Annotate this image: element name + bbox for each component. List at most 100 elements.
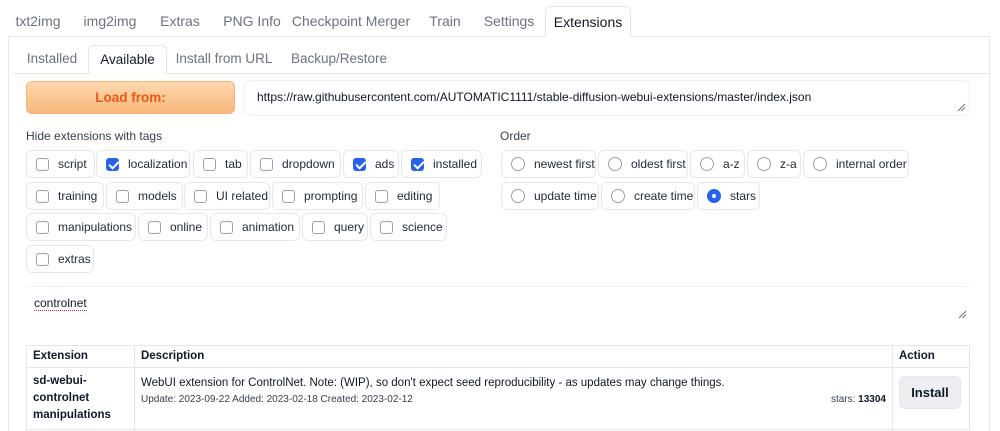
search-input[interactable]: controlnet [26, 286, 970, 322]
checkbox-checked-icon [353, 157, 366, 171]
extensions-table: Extension Description Action sd-webui- c… [26, 345, 971, 431]
tab-png-info[interactable]: PNG Info [214, 6, 290, 36]
table-header-row: Extension Description Action [26, 345, 971, 368]
order-internal-order[interactable]: internal order [803, 150, 909, 178]
tag-label: dropdown [282, 157, 335, 171]
tag-dropdown[interactable]: dropdown [250, 150, 341, 178]
checkbox-icon [148, 220, 161, 234]
tag-online[interactable]: online [138, 213, 208, 241]
extension-dates: Update: 2023-09-22 Added: 2023-02-18 Cre… [140, 394, 413, 405]
stars-label: stars: [830, 394, 856, 405]
tag-label: localization [128, 157, 188, 171]
tag-training[interactable]: training [26, 182, 104, 210]
stars-value: 13304 [858, 394, 886, 405]
tag-label: UI related [216, 189, 269, 203]
order-update-time[interactable]: update time [501, 182, 599, 210]
tag-query[interactable]: query [302, 213, 368, 241]
tab-checkpoint-merger[interactable]: Checkpoint Merger [291, 6, 411, 36]
checkbox-icon [260, 157, 273, 171]
tag-label: animation [242, 220, 295, 234]
tag-label: training [58, 189, 98, 203]
order-a-z[interactable]: a-z [690, 150, 745, 178]
tag-label: prompting [304, 189, 358, 203]
extension-name-line: manipulations [33, 409, 111, 421]
tag-editing[interactable]: editing [365, 182, 440, 210]
order-label-text: create time [634, 189, 694, 203]
order-label-text: newest first [534, 157, 595, 171]
order-stars[interactable]: stars [697, 182, 760, 210]
tab-settings[interactable]: Settings [476, 6, 542, 36]
order-z-a[interactable]: z-a [747, 150, 801, 178]
search-value: controlnet [34, 296, 87, 311]
install-button[interactable]: Install [898, 376, 961, 409]
tag-science[interactable]: science [370, 213, 447, 241]
extension-name-line: controlnet [33, 392, 90, 404]
subtab-install-from-url[interactable]: Install from URL [169, 45, 279, 73]
checkbox-icon [380, 220, 393, 234]
subtab-available[interactable]: Available [88, 45, 167, 74]
subtab-backup-restore[interactable]: Backup/Restore [284, 45, 394, 73]
resize-handle-icon[interactable] [957, 103, 966, 112]
tag-localization[interactable]: localization [96, 150, 190, 178]
load-from-button[interactable]: Load from: [26, 81, 235, 114]
order-label-text: z-a [780, 157, 797, 171]
tab-img2img[interactable]: img2img [77, 6, 143, 36]
order-label-text: internal order [836, 157, 907, 171]
radio-icon [813, 157, 827, 171]
tag-animation[interactable]: animation [210, 213, 300, 241]
tag-label: editing [397, 189, 433, 203]
tag-script[interactable]: script [26, 150, 95, 178]
tag-installed[interactable]: installed [401, 150, 482, 178]
tag-label: science [402, 220, 443, 234]
extension-stars: stars: 13304 [831, 394, 886, 405]
header-description: Description [133, 345, 893, 368]
tag-label: script [58, 157, 87, 171]
tag-label: query [334, 220, 365, 234]
checkbox-icon [116, 189, 129, 203]
tag-models[interactable]: models [106, 182, 183, 210]
checkbox-checked-icon [106, 157, 119, 171]
order-label-text: update time [534, 189, 597, 203]
tag-manipulations[interactable]: manipulations [26, 213, 136, 241]
order-label-text: stars [730, 189, 757, 203]
subtab-installed[interactable]: Installed [17, 45, 87, 73]
tab-extras[interactable]: Extras [153, 6, 207, 36]
checkbox-icon [194, 189, 207, 203]
order-label: Order [500, 129, 531, 143]
checkbox-icon [36, 220, 49, 234]
extension-name-cell: sd-webui- controlnet manipulations [26, 367, 135, 430]
tag-prompting[interactable]: prompting [272, 182, 363, 210]
tab-txt2img[interactable]: txt2img [9, 6, 67, 36]
radio-icon [700, 157, 714, 171]
tag-label: installed [433, 157, 478, 171]
hide-tags-label: Hide extensions with tags [26, 129, 163, 143]
tab-train[interactable]: Train [420, 6, 470, 36]
tab-extensions[interactable]: Extensions [545, 6, 631, 37]
tag-ads[interactable]: ads [343, 150, 399, 178]
order-newest-first[interactable]: newest first [501, 150, 596, 178]
index-url-field[interactable]: https://raw.githubusercontent.com/AUTOMA… [244, 80, 970, 116]
tag-tab[interactable]: tab [193, 150, 248, 178]
order-create-time[interactable]: create time [601, 182, 695, 210]
resize-handle-icon[interactable] [958, 310, 967, 319]
checkbox-icon [203, 157, 216, 171]
checkbox-icon [282, 189, 295, 203]
tag-ui-related[interactable]: UI related [184, 182, 270, 210]
tag-extras[interactable]: extras [26, 245, 94, 273]
extension-name[interactable]: sd-webui- controlnet manipulations [33, 373, 128, 424]
tag-label: extras [58, 252, 91, 266]
extension-description: WebUI extension for ControlNet. Note: (W… [140, 377, 725, 389]
checkbox-icon [375, 189, 388, 203]
table-row: sd-webui- controlnet manipulations WebUI… [26, 367, 971, 430]
checkbox-checked-icon [411, 157, 424, 171]
header-extension: Extension [26, 345, 135, 368]
index-url-value: https://raw.githubusercontent.com/AUTOMA… [257, 90, 812, 104]
checkbox-icon [312, 220, 325, 234]
tag-label: manipulations [58, 220, 133, 234]
extension-name-line: sd-webui- [33, 375, 87, 387]
radio-icon [608, 157, 622, 171]
order-oldest-first[interactable]: oldest first [598, 150, 688, 178]
tag-label: online [170, 220, 203, 234]
radio-icon [611, 189, 625, 203]
description-cell: WebUI extension for ControlNet. Note: (W… [133, 367, 893, 430]
